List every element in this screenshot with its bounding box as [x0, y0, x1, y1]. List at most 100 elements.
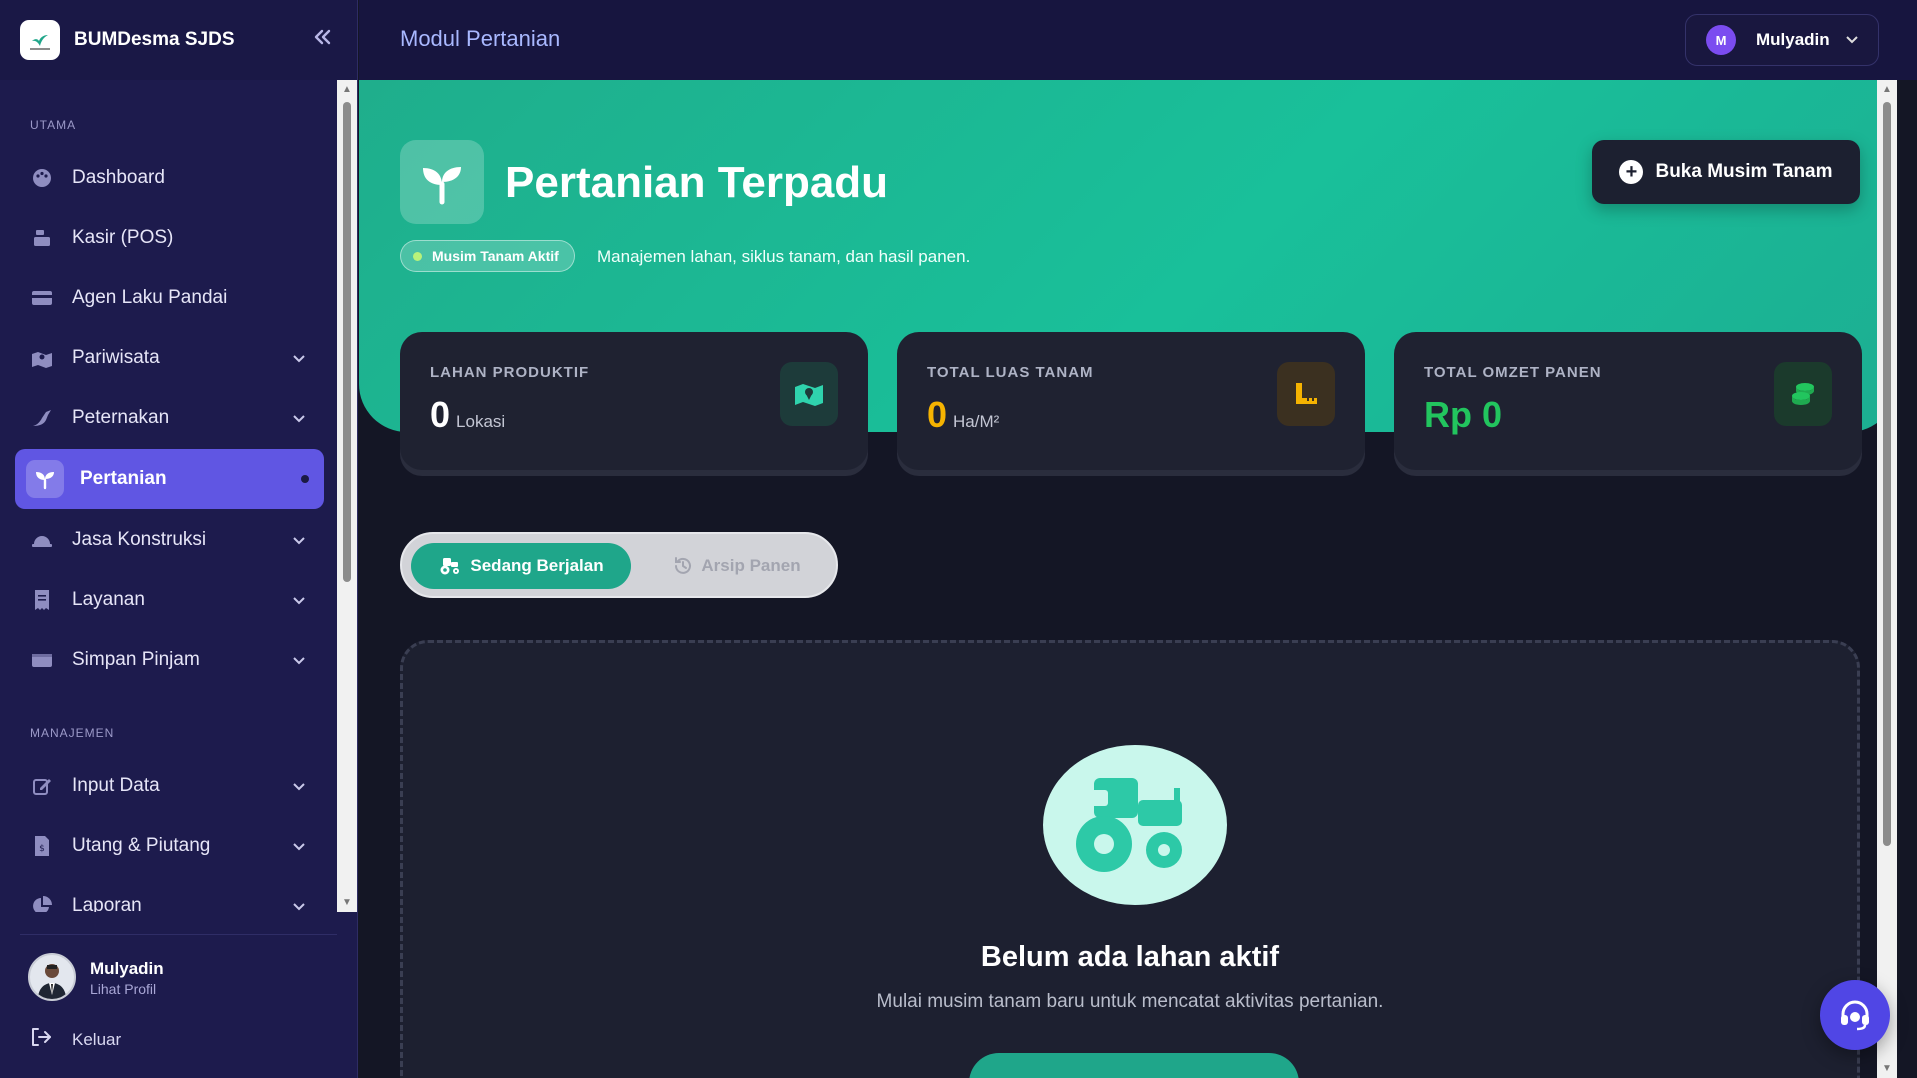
logout-icon [30, 1027, 52, 1052]
sidebar-profile: Mulyadin Lihat Profil Keluar [20, 934, 337, 1078]
sidebar-item-label: Laporan [72, 895, 142, 912]
stat-label: LAHAN PRODUKTIF [430, 364, 590, 381]
double-chevron-left-icon[interactable] [307, 26, 337, 55]
sidebar-scroll-thumb[interactable] [343, 102, 351, 582]
sidebar-item-label: Layanan [72, 589, 145, 610]
tab-sedang-berjalan[interactable]: Sedang Berjalan [411, 543, 631, 589]
open-season-label: Buka Musim Tanam [1655, 161, 1833, 182]
start-season-button[interactable] [969, 1053, 1299, 1078]
logout-button[interactable]: Keluar [30, 1027, 121, 1052]
topbar: Modul Pertanian M Mulyadin [359, 0, 1917, 80]
sidebar-item-input-data[interactable]: Input Data [15, 760, 324, 812]
history-icon [673, 556, 693, 576]
avatar[interactable] [28, 953, 76, 1001]
map-icon [780, 362, 838, 426]
sidebar-item-laporan[interactable]: Laporan [15, 880, 324, 912]
stat-value: 0 Ha/M² [927, 394, 999, 436]
brand-logo [20, 20, 60, 60]
main-scrollbar[interactable]: ▲ ▼ [1877, 80, 1897, 1078]
scroll-up-icon[interactable]: ▲ [342, 84, 352, 95]
pie-chart-icon [30, 894, 54, 912]
sidebar-item-label: Agen Laku Pandai [72, 287, 228, 308]
sidebar-item-label: Jasa Konstruksi [72, 529, 207, 550]
hero-title: Pertanian Terpadu [505, 158, 889, 207]
tractor-icon [438, 556, 462, 576]
profile-link[interactable]: Lihat Profil [90, 981, 156, 997]
ruler-icon [1277, 362, 1335, 426]
brand-name: BUMDesma SJDS [74, 29, 235, 50]
stat-number: Rp 0 [1424, 394, 1503, 435]
invoice-icon: $ [30, 834, 54, 858]
page-title: Modul Pertanian [400, 26, 561, 51]
chevron-down-icon [289, 532, 309, 548]
sidebar-item-peternakan[interactable]: Peternakan [15, 392, 324, 444]
section-label-utama: UTAMA [30, 118, 77, 132]
sidebar-item-label: Input Data [72, 775, 160, 796]
user-menu-button[interactable]: M Mulyadin [1685, 14, 1879, 66]
stat-card-luas: TOTAL LUAS TANAM 0 Ha/M² [897, 332, 1365, 470]
sidebar-item-simpan-pinjam[interactable]: Simpan Pinjam [15, 634, 324, 686]
chevron-down-icon [289, 410, 309, 426]
sidebar-item-kasir[interactable]: Kasir (POS) [15, 212, 324, 264]
chevron-down-icon [1846, 33, 1858, 47]
sidebar-item-utang-piutang[interactable]: $ Utang & Piutang [15, 820, 324, 872]
chevron-down-icon [289, 592, 309, 608]
section-label-manajemen: MANAJEMEN [30, 726, 115, 740]
wallet-icon [30, 648, 54, 672]
svg-text:$: $ [39, 844, 45, 854]
sidebar-item-jasa-konstruksi[interactable]: Jasa Konstruksi [15, 514, 324, 566]
stat-card-omzet: TOTAL OMZET PANEN Rp 0 [1394, 332, 1862, 470]
scroll-down-icon[interactable]: ▼ [342, 897, 352, 908]
sidebar-item-label: Pariwisata [72, 347, 160, 368]
sidebar-item-agen[interactable]: Agen Laku Pandai [15, 272, 324, 324]
status-dot [413, 251, 422, 261]
stat-unit: Ha/M² [953, 412, 1000, 431]
stat-card-lahan: LAHAN PRODUKTIF 0 Lokasi [400, 332, 868, 470]
scroll-down-icon[interactable]: ▼ [1882, 1063, 1892, 1074]
sidebar-scrollbar[interactable]: ▲ ▼ [337, 80, 357, 912]
plus-circle-icon: + [1619, 160, 1644, 184]
stat-value: 0 Lokasi [430, 394, 505, 436]
scroll-up-icon[interactable]: ▲ [1882, 84, 1892, 95]
profile-name: Mulyadin [90, 959, 164, 978]
palette-icon [30, 166, 54, 190]
credit-card-icon [30, 286, 54, 310]
bird-icon [30, 406, 54, 430]
hard-hat-icon [30, 528, 54, 552]
chevron-down-icon [289, 350, 309, 366]
stat-unit: Lokasi [456, 412, 506, 431]
sidebar-item-label: Utang & Piutang [72, 835, 211, 856]
map-pin-icon [30, 346, 54, 370]
tab-label: Arsip Panen [701, 556, 801, 575]
empty-state: Belum ada lahan aktif Mulai musim tanam … [400, 640, 1860, 1078]
chevron-down-icon [289, 898, 309, 912]
stat-number: 0 [927, 394, 948, 435]
logout-label: Keluar [72, 1029, 122, 1049]
tab-arsip-panen[interactable]: Arsip Panen [642, 543, 832, 589]
user-avatar: M [1706, 25, 1736, 55]
tractor-icon [1043, 745, 1227, 905]
sidebar-item-dashboard[interactable]: Dashboard [15, 152, 324, 204]
empty-description: Mulai musim tanam baru untuk mencatat ak… [876, 991, 1384, 1012]
chevron-down-icon [289, 778, 309, 794]
sidebar-item-label: Kasir (POS) [72, 227, 174, 248]
chevron-down-icon [289, 838, 309, 854]
stat-label: TOTAL OMZET PANEN [1424, 364, 1602, 381]
open-season-button[interactable]: + Buka Musim Tanam [1592, 140, 1860, 204]
sidebar: BUMDesma SJDS UTAMA Dashboard Kasir (POS… [0, 0, 358, 1078]
sidebar-item-layanan[interactable]: Layanan [15, 574, 324, 626]
stat-label: TOTAL LUAS TANAM [927, 364, 1094, 381]
tab-label: Sedang Berjalan [470, 556, 604, 575]
cash-register-icon [30, 226, 54, 250]
active-indicator [301, 475, 309, 483]
seedling-icon [26, 460, 64, 498]
main-scroll-thumb[interactable] [1883, 102, 1891, 846]
sidebar-item-pariwisata[interactable]: Pariwisata [15, 332, 324, 384]
sidebar-item-label: Pertanian [80, 468, 167, 489]
receipt-icon [30, 588, 54, 612]
sidebar-item-label: Simpan Pinjam [72, 649, 200, 670]
chevron-down-icon [289, 652, 309, 668]
coins-icon [1774, 362, 1832, 426]
sidebar-item-pertanian[interactable]: Pertanian [15, 449, 324, 509]
headset-icon[interactable] [1820, 980, 1890, 1050]
